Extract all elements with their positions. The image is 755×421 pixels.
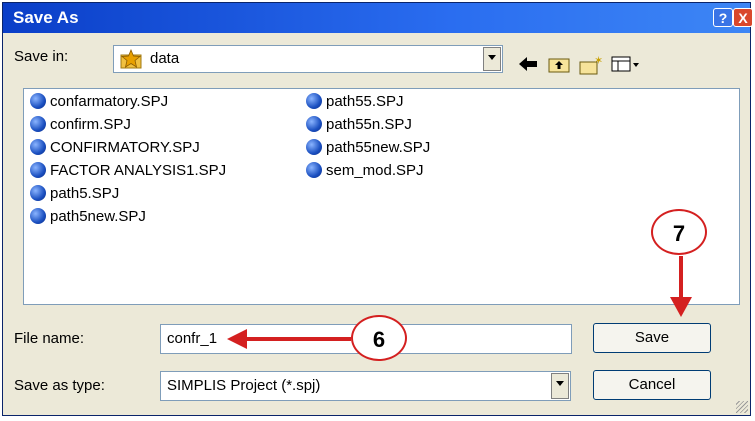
- save-as-dialog: Save As ? X Save in: data ✶ confarmatory…: [2, 2, 753, 416]
- step-7-callout: 7: [651, 209, 707, 255]
- resize-grip[interactable]: [736, 401, 748, 413]
- step-6-callout: 6: [351, 315, 407, 361]
